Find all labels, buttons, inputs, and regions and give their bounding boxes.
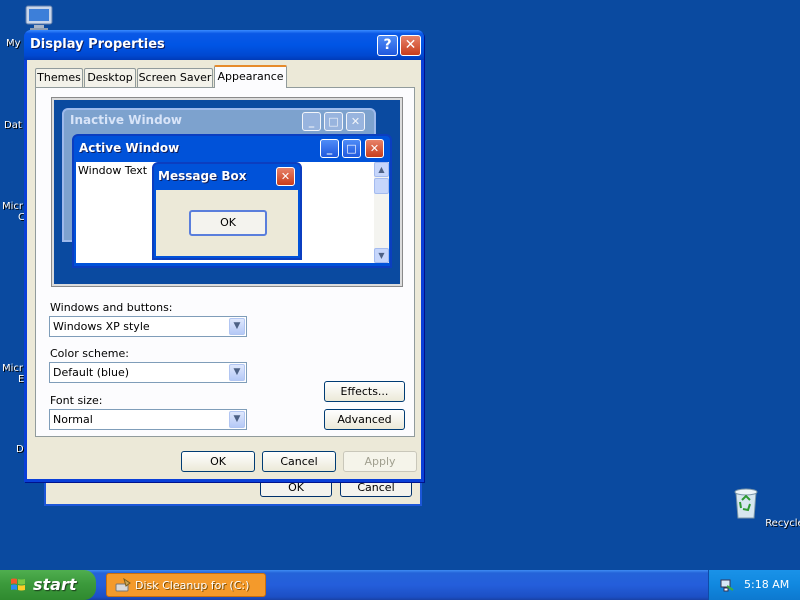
desktop-icon-label: My <box>6 38 21 49</box>
recycle-bin-label: Recycle Bin <box>765 518 800 529</box>
tab-themes[interactable]: Themes <box>35 68 83 87</box>
close-button[interactable]: ✕ <box>400 35 421 56</box>
appearance-preview-frame: Inactive Window _ □ ✕ Active Window _ □ … <box>51 97 403 287</box>
desktop-icon-microsoft-2[interactable]: Micr E <box>2 363 24 385</box>
preview-message-body: OK <box>156 190 298 256</box>
font-size-value: Normal <box>53 413 93 426</box>
preview-active-close-icon: ✕ <box>365 139 384 158</box>
windows-buttons-select[interactable]: Windows XP style ▼ <box>49 316 247 337</box>
tab-desktop[interactable]: Desktop <box>84 68 136 87</box>
effects-button[interactable]: Effects... <box>324 381 405 402</box>
desktop-icon-label: Micr <box>2 363 24 374</box>
cancel-button[interactable]: Cancel <box>262 451 336 472</box>
recycle-bin-icon <box>734 488 758 519</box>
preview-inactive-title: Inactive Window <box>70 113 183 127</box>
taskbar-item-disk-cleanup[interactable]: Disk Cleanup for (C:) <box>106 573 266 597</box>
color-scheme-label: Color scheme: <box>50 347 129 360</box>
desktop-icon-microsoft-1[interactable]: Micr C <box>2 201 25 223</box>
start-button[interactable]: start <box>0 570 96 600</box>
chevron-down-icon[interactable]: ▼ <box>229 318 245 335</box>
clock[interactable]: 5:18 AM <box>744 578 789 591</box>
preview-maximize-icon: □ <box>324 112 343 131</box>
dialog-title: Display Properties <box>30 37 165 52</box>
desktop-icon-d[interactable]: D <box>16 444 24 455</box>
appearance-preview: Inactive Window _ □ ✕ Active Window _ □ … <box>54 100 400 284</box>
windows-buttons-label: Windows and buttons: <box>50 301 173 314</box>
taskbar-item-label: Disk Cleanup for (C:) <box>135 579 250 592</box>
system-tray: 5:18 AM <box>708 570 800 600</box>
preview-minimize-icon: _ <box>302 112 321 131</box>
preview-message-ok-button: OK <box>189 210 267 236</box>
font-size-select[interactable]: Normal ▼ <box>49 409 247 430</box>
preview-message-box: Message Box ✕ OK <box>152 162 302 260</box>
preview-active-title: Active Window <box>79 141 180 155</box>
windows-flag-icon <box>11 578 25 591</box>
my-computer-icon <box>25 5 53 31</box>
color-scheme-select[interactable]: Default (blue) ▼ <box>49 362 247 383</box>
desktop-icon-data[interactable]: Dat <box>4 120 22 131</box>
disk-cleanup-icon <box>115 578 131 592</box>
color-scheme-value: Default (blue) <box>53 366 130 379</box>
apply-button[interactable]: Apply <box>343 451 417 472</box>
desktop-icon-label: Dat <box>4 120 22 131</box>
scroll-down-icon: ▼ <box>374 248 389 263</box>
taskbar: start Disk Cleanup for (C:) 5:18 AM <box>0 570 800 600</box>
help-icon: ? <box>383 37 392 53</box>
desktop-icon-recycle-bin[interactable]: Recycle Bin <box>730 486 800 529</box>
advanced-button[interactable]: Advanced <box>324 409 405 430</box>
preview-message-close-icon: ✕ <box>276 167 295 186</box>
preview-message-title: Message Box <box>158 169 247 183</box>
preview-scrollbar: ▲ ▼ <box>374 162 389 263</box>
desktop-icon-label: D <box>16 444 24 455</box>
preview-active-maximize-icon: □ <box>342 139 361 158</box>
dialog-titlebar[interactable]: Display Properties ? ✕ <box>24 30 424 60</box>
chevron-down-icon[interactable]: ▼ <box>229 364 245 381</box>
preview-window-text: Window Text <box>78 164 148 177</box>
chevron-down-icon[interactable]: ▼ <box>229 411 245 428</box>
appearance-panel: Inactive Window _ □ ✕ Active Window _ □ … <box>35 87 415 437</box>
windows-buttons-value: Windows XP style <box>53 320 150 333</box>
preview-active-minimize-icon: _ <box>320 139 339 158</box>
start-label: start <box>33 575 77 594</box>
preview-close-icon: ✕ <box>346 112 365 131</box>
scroll-thumb <box>374 178 389 194</box>
tray-network-icon[interactable] <box>719 577 735 593</box>
tab-screen-saver[interactable]: Screen Saver <box>137 68 213 87</box>
font-size-label: Font size: <box>50 394 103 407</box>
ok-button[interactable]: OK <box>181 451 255 472</box>
display-properties-dialog: Display Properties ? ✕ Themes Desktop Sc… <box>24 30 424 482</box>
desktop-icon-label-line2: E <box>18 374 25 385</box>
help-button[interactable]: ? <box>377 35 398 56</box>
close-icon: ✕ <box>404 37 417 53</box>
desktop-icon-label: Micr <box>2 201 24 212</box>
tab-appearance[interactable]: Appearance <box>214 65 287 88</box>
desktop-icon-label-line2: C <box>18 212 25 223</box>
scroll-up-icon: ▲ <box>374 162 389 177</box>
